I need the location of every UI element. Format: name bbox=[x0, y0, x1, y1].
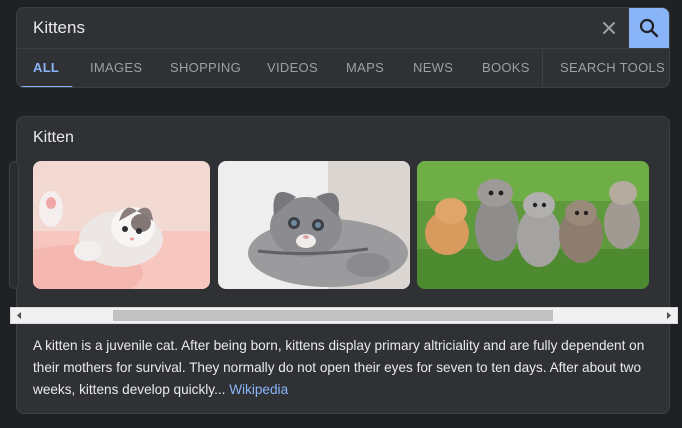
tab-shopping[interactable]: SHOPPING bbox=[170, 49, 242, 87]
search-tabs: ALL IMAGES SHOPPING VIDEOS MAPS NEWS BOO… bbox=[17, 49, 669, 87]
arrow-left-icon bbox=[17, 312, 21, 319]
search-button[interactable] bbox=[629, 8, 669, 48]
wikipedia-link[interactable]: Wikipedia bbox=[229, 382, 288, 397]
tab-all[interactable]: ALL bbox=[17, 49, 73, 87]
search-box: ALL IMAGES SHOPPING VIDEOS MAPS NEWS BOO… bbox=[16, 7, 670, 88]
search-row bbox=[17, 8, 669, 48]
panel-title: Kitten bbox=[33, 129, 74, 146]
search-input[interactable] bbox=[17, 8, 577, 48]
kitten-photo-3 bbox=[417, 161, 649, 289]
tab-images[interactable]: IMAGES bbox=[90, 49, 143, 87]
kitten-photo-1 bbox=[33, 161, 210, 289]
tab-label: NEWS bbox=[413, 60, 454, 75]
scrollbar-thumb[interactable] bbox=[113, 310, 553, 321]
tab-videos[interactable]: VIDEOS bbox=[267, 49, 318, 87]
kitten-image-3[interactable] bbox=[417, 161, 649, 289]
search-icon bbox=[639, 18, 659, 38]
tab-books[interactable]: BOOKS bbox=[482, 49, 530, 87]
carousel-scrollbar[interactable] bbox=[10, 307, 678, 324]
kitten-image-1[interactable] bbox=[33, 161, 210, 289]
panel-description: A kitten is a juvenile cat. After being … bbox=[33, 335, 659, 401]
tab-maps[interactable]: MAPS bbox=[346, 49, 385, 87]
clear-button[interactable] bbox=[597, 16, 621, 40]
divider bbox=[542, 49, 543, 87]
tab-news[interactable]: NEWS bbox=[413, 49, 454, 87]
tab-search-tools[interactable]: SEARCH TOOLS bbox=[560, 49, 665, 87]
tab-label: SHOPPING bbox=[170, 60, 242, 75]
description-text: A kitten is a juvenile cat. After being … bbox=[33, 338, 645, 397]
tab-label: SEARCH TOOLS bbox=[560, 60, 665, 75]
tab-label: BOOKS bbox=[482, 60, 530, 75]
kitten-photo-2 bbox=[218, 161, 410, 289]
scroll-right-button[interactable] bbox=[661, 308, 677, 323]
knowledge-panel: Kitten A kitten is a juvenile cat. After… bbox=[9, 116, 678, 414]
tab-label: ALL bbox=[33, 60, 60, 75]
close-icon bbox=[603, 22, 615, 34]
arrow-right-icon bbox=[667, 312, 671, 319]
kitten-image-2[interactable] bbox=[218, 161, 410, 289]
carousel-left-edge bbox=[9, 161, 19, 289]
tab-label: MAPS bbox=[346, 60, 385, 75]
scroll-left-button[interactable] bbox=[11, 308, 27, 323]
tab-label: IMAGES bbox=[90, 60, 143, 75]
tab-label: VIDEOS bbox=[267, 60, 318, 75]
active-tab-indicator bbox=[17, 86, 73, 87]
